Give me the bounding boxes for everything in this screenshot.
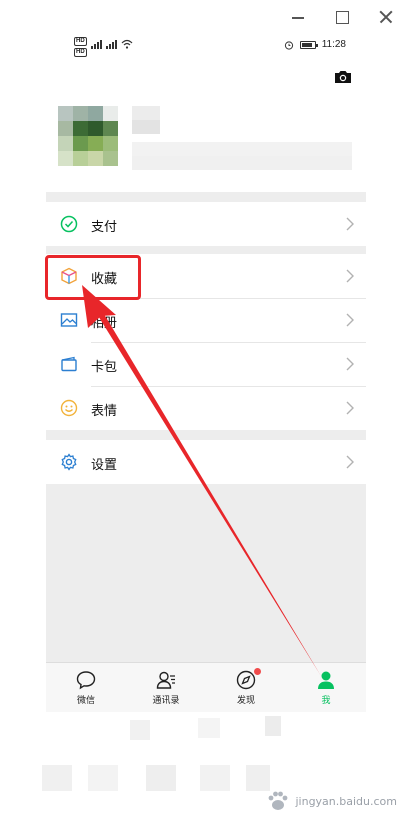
- close-button[interactable]: [377, 8, 395, 26]
- hd-badge: HD: [74, 37, 87, 46]
- nickname-blurred: [132, 106, 160, 120]
- chevron-right-icon: [346, 455, 354, 469]
- menu-label: 设置: [91, 458, 118, 473]
- signal-icon: [90, 39, 102, 49]
- photo-icon: [60, 313, 78, 327]
- window-controls: [289, 6, 395, 28]
- notification-dot: [254, 668, 261, 675]
- contacts-icon: [156, 671, 175, 689]
- watermark-text: jingyan.baidu.com: [295, 794, 397, 808]
- status-bar: HD HD 11:28: [46, 32, 366, 62]
- nickname-blurred: [132, 120, 160, 134]
- tab-chats[interactable]: 微信: [46, 663, 126, 712]
- blurred-area: [130, 720, 150, 740]
- tab-label: 我: [321, 696, 331, 706]
- chevron-right-icon: [346, 357, 354, 371]
- wallet-check-icon: [60, 215, 78, 233]
- status-time: 11:28: [321, 39, 346, 50]
- gear-icon: [61, 453, 77, 471]
- menu-item-pay[interactable]: 支付: [46, 202, 366, 246]
- wechat-id-blurred: [132, 142, 352, 156]
- tab-discover[interactable]: 发现: [206, 663, 286, 712]
- blurred-area: [88, 765, 118, 791]
- bottom-tab-bar: 微信 通讯录 发现 我: [46, 662, 366, 712]
- pay-section: 支付: [46, 202, 366, 246]
- profile-header[interactable]: [46, 62, 366, 192]
- menu-label: 表情: [91, 404, 118, 419]
- avatar[interactable]: [58, 106, 118, 166]
- tab-label: 通讯录: [152, 696, 180, 706]
- blurred-area: [146, 765, 176, 791]
- wifi-icon: [121, 39, 133, 49]
- blurred-area: [200, 765, 230, 791]
- menu-item-cards[interactable]: 卡包: [46, 342, 366, 386]
- tab-me[interactable]: 我: [286, 663, 366, 712]
- menu-label: 卡包: [91, 360, 118, 375]
- chevron-right-icon: [346, 269, 354, 283]
- menu-label: 相册: [91, 316, 118, 331]
- blurred-area: [265, 716, 281, 736]
- tab-label: 发现: [236, 696, 255, 706]
- card-wallet-icon: [61, 356, 77, 372]
- chat-bubble-icon: [76, 671, 96, 690]
- highlight-box: [45, 255, 141, 300]
- camera-icon[interactable]: [334, 70, 352, 84]
- watermark: jingyan.baidu.com: [265, 788, 397, 814]
- settings-section: 设置: [46, 440, 366, 484]
- battery-icon: [299, 40, 318, 49]
- tab-contacts[interactable]: 通讯录: [126, 663, 206, 712]
- smiley-icon: [60, 399, 78, 417]
- wechat-id-blurred: [132, 156, 352, 170]
- chevron-right-icon: [346, 401, 354, 415]
- menu-item-album[interactable]: 相册: [46, 298, 366, 342]
- phone-screen: HD HD 11:28 支付 收藏 相册 卡包 表情 设置 微信 通讯录 发现 …: [46, 32, 366, 712]
- person-icon: [318, 671, 334, 689]
- blurred-area: [42, 765, 72, 791]
- signal-icon: [105, 39, 117, 49]
- chevron-right-icon: [346, 313, 354, 327]
- chevron-right-icon: [346, 217, 354, 231]
- minimize-button[interactable]: [289, 8, 307, 26]
- tab-label: 微信: [76, 696, 95, 706]
- menu-item-stickers[interactable]: 表情: [46, 386, 366, 430]
- menu-item-settings[interactable]: 设置: [46, 440, 366, 484]
- blurred-area: [198, 718, 220, 738]
- paw-logo-icon: [269, 791, 288, 810]
- menu-label: 支付: [91, 220, 118, 235]
- maximize-button[interactable]: [333, 8, 351, 26]
- alarm-icon: [284, 40, 293, 50]
- hd-badge: HD: [74, 48, 87, 57]
